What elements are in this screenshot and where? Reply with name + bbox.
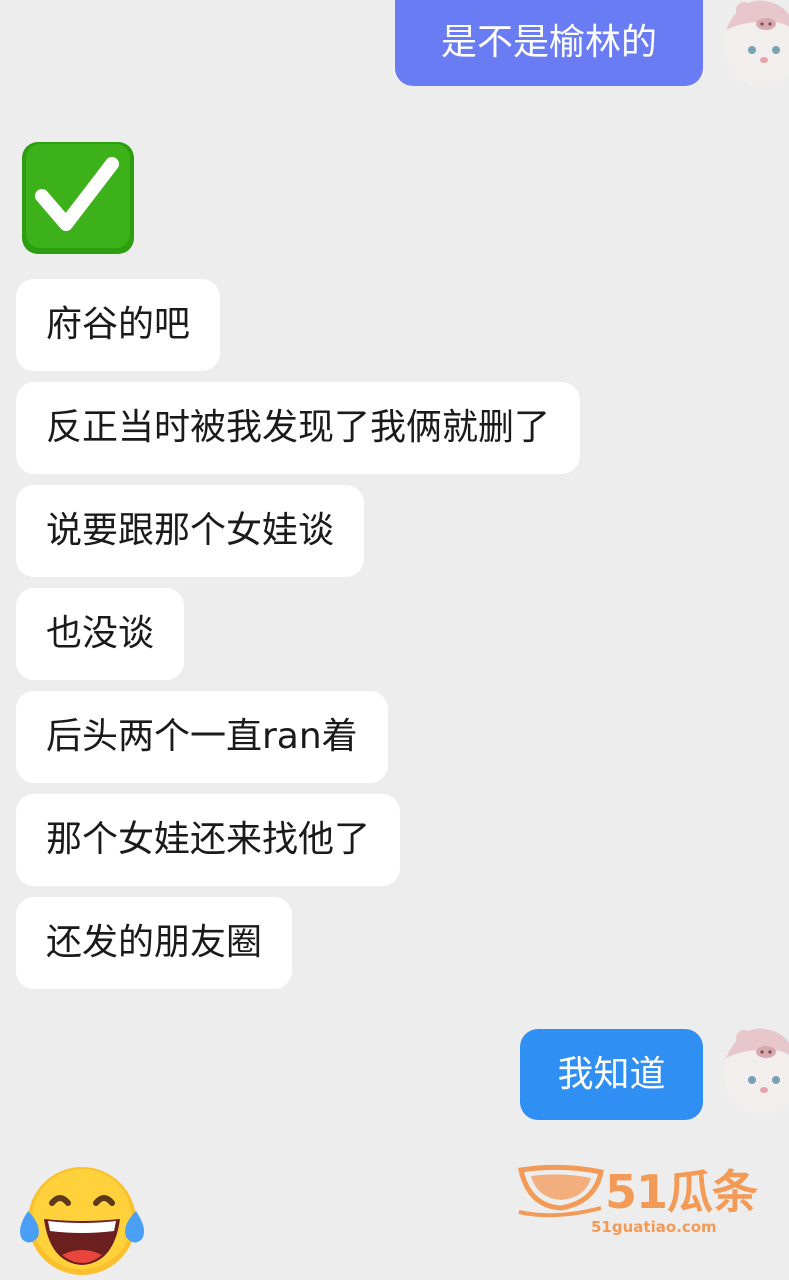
message-text: 说要跟那个女娃谈 xyxy=(46,510,335,551)
watermark-brand: 51瓜条 xyxy=(605,1165,758,1219)
message-text: 也没谈 xyxy=(46,613,155,654)
message-text: 我知道 xyxy=(557,1053,666,1095)
message-text: 那个女娃还来找他了 xyxy=(46,819,371,860)
message-text: 反正当时被我发现了我俩就删了 xyxy=(46,407,551,448)
received-message-bubble[interactable]: 还发的朋友圈 xyxy=(16,897,293,989)
watermark: 51瓜条 51guatiao.com xyxy=(515,1162,765,1240)
message-text: 是不是榆林的 xyxy=(440,22,657,63)
received-message-bubble[interactable]: 那个女娃还来找他了 xyxy=(16,794,401,886)
received-message-bubble[interactable]: 后头两个一直ran着 xyxy=(16,691,388,783)
received-message-bubble[interactable]: 说要跟那个女娃谈 xyxy=(16,485,365,577)
user-avatar[interactable] xyxy=(722,0,789,86)
message-text: 府谷的吧 xyxy=(46,304,191,345)
watermark-logo-icon xyxy=(517,1164,604,1218)
sent-message-bubble[interactable]: 我知道 xyxy=(520,1029,703,1120)
message-text: 后头两个一直ran着 xyxy=(46,716,358,757)
check-mark-icon[interactable] xyxy=(20,140,136,256)
user-avatar[interactable] xyxy=(722,1026,789,1114)
received-message-bubble[interactable]: 也没谈 xyxy=(16,588,185,680)
watermark-url: 51guatiao.com xyxy=(591,1218,717,1236)
message-text: 还发的朋友圈 xyxy=(46,922,263,963)
sent-message-bubble[interactable]: 是不是榆林的 xyxy=(395,0,703,86)
received-message-bubble[interactable]: 反正当时被我发现了我俩就删了 xyxy=(16,382,581,474)
received-message-bubble[interactable]: 府谷的吧 xyxy=(16,279,221,371)
tears-of-joy-icon[interactable] xyxy=(14,1163,150,1275)
